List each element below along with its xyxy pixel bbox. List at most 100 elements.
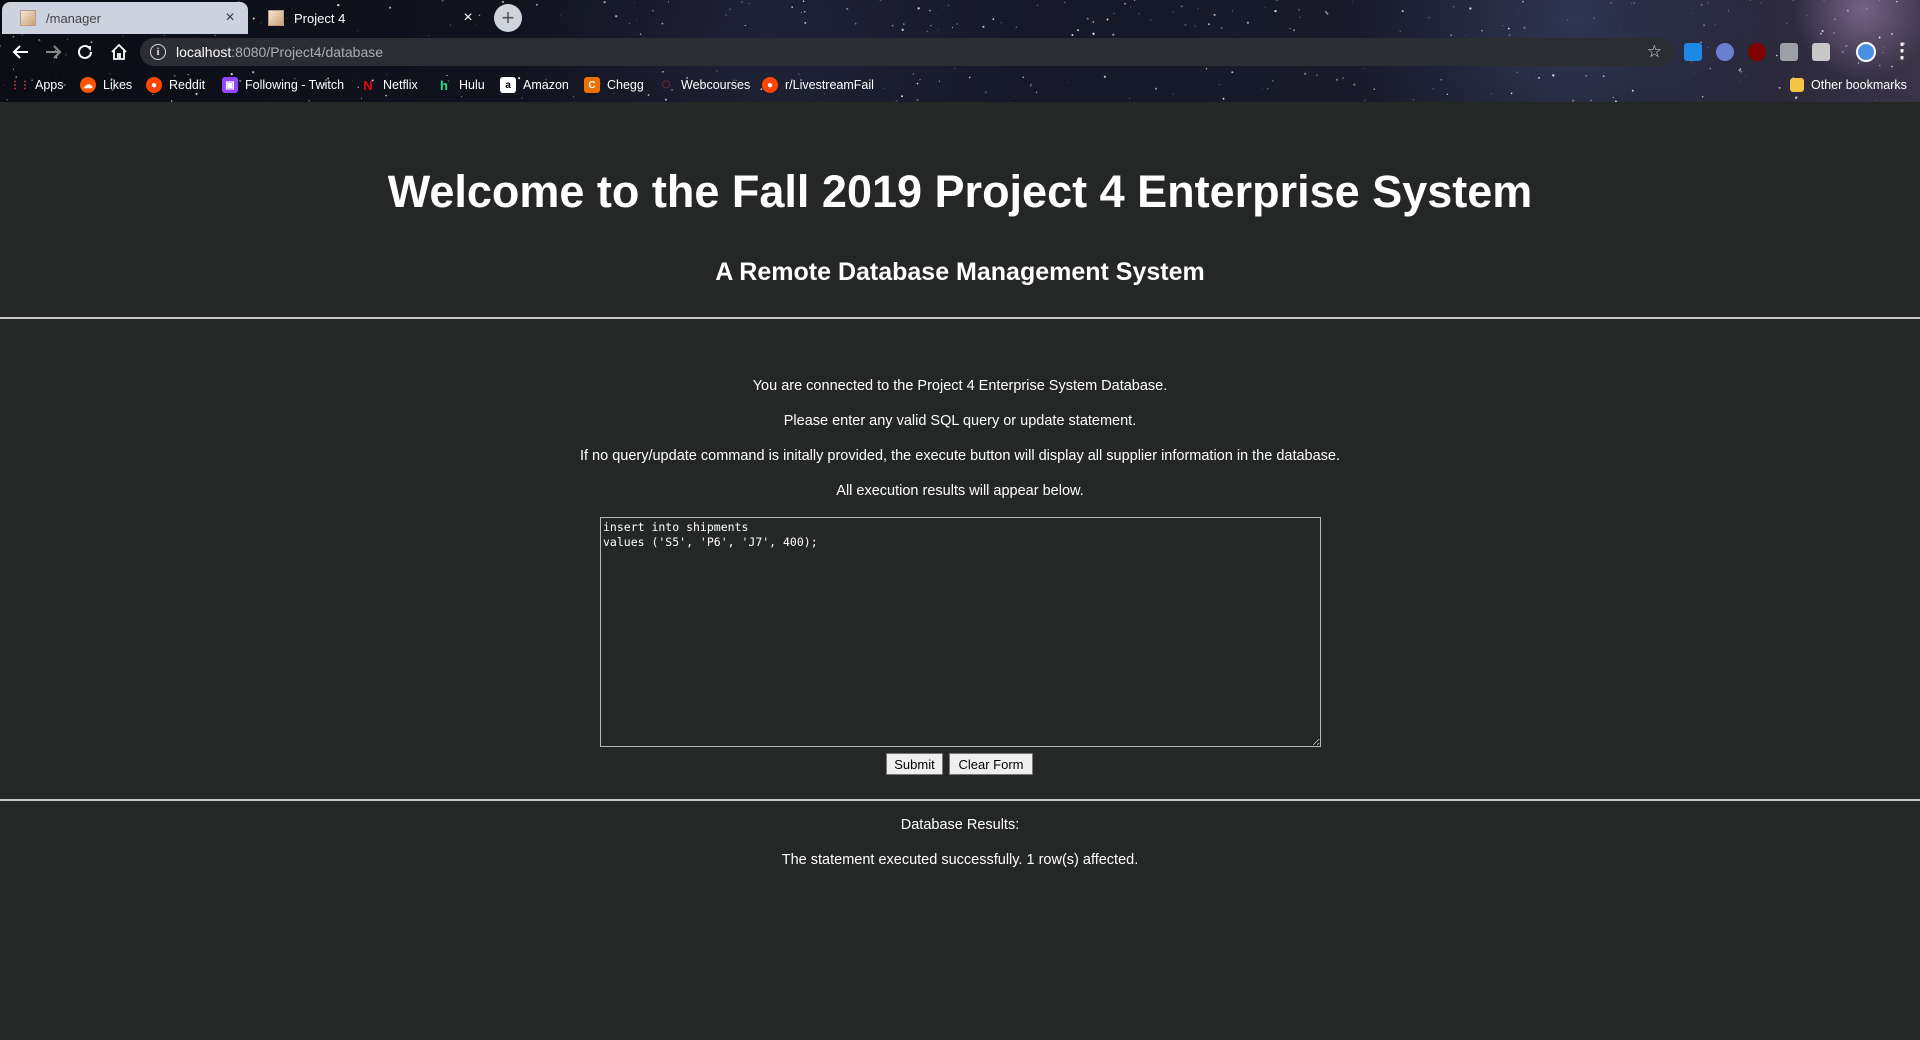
star-dot [1015,26,1018,28]
sql-query-textarea[interactable]: insert into shipments values ('S5', 'P6'… [600,517,1321,747]
bookmark-item[interactable]: ● r/LivestreamFail [762,76,874,94]
tab-project-4[interactable]: Project 4 × [250,2,486,34]
apps-grid-icon: ⋮⋮ [10,79,30,91]
tab-title: Project 4 [294,10,346,26]
tab-manager[interactable]: /manager × [2,2,248,34]
star-dot [1399,30,1401,32]
home-button[interactable] [104,36,134,68]
star-dot [744,24,746,27]
star-dot [1522,0,1524,3]
star-dot [1246,21,1250,24]
star-dot [1507,27,1510,30]
star-dot [1207,23,1210,26]
info-icon[interactable]: i [150,44,166,60]
twitch-icon: ▣ [222,77,238,93]
star-dot [902,23,905,25]
star-dot [12,68,15,70]
bookmark-item[interactable]: ☁ Likes [80,76,132,94]
clear-form-button[interactable]: Clear Form [949,753,1033,775]
star-dot [1896,0,1898,3]
browser-toolbar: i localhost:8080/Project4/database ☆ ⋮ [0,36,1920,68]
back-button[interactable] [6,36,36,68]
star-dot [1749,0,1752,1]
star-dot [1428,16,1431,19]
arrow-right-icon [46,45,62,59]
bookmark-item[interactable]: ▣ Following - Twitch [222,76,344,94]
star-dot [1289,28,1291,30]
amazon-icon: a [500,77,516,93]
webcourses-icon: ◌ [661,76,671,93]
star-dot [804,21,807,24]
bookmark-item[interactable]: ◌ Webcourses [658,76,750,94]
other-bookmarks-folder[interactable]: Other bookmarks [1790,76,1907,94]
star-dot [956,23,959,25]
extension-icon[interactable] [1780,43,1798,61]
instruction-text: If no query/update command is initally p… [579,448,1341,464]
reddit-icon: ● [146,77,162,93]
star-dot [930,24,932,27]
bookmark-item[interactable]: ⋮⋮ Apps [10,76,64,94]
star-dot [1689,31,1691,32]
star-dot [1189,14,1190,15]
star-dot [1834,18,1836,20]
submit-button[interactable]: Submit [886,753,943,775]
bookmark-item[interactable]: N Netflix [360,76,418,94]
star-dot [879,0,882,2]
new-tab-button[interactable]: + [494,4,522,32]
star-dot [634,2,636,4]
star-dot [1866,7,1869,10]
star-dot [1299,16,1301,18]
reload-button[interactable] [70,36,100,68]
home-icon [111,43,127,60]
star-dot [891,24,894,27]
arrow-left-icon [12,45,28,59]
bookmark-star-icon[interactable]: ☆ [1647,42,1662,62]
star-dot [535,3,538,6]
browser-chrome: /manager × Project 4 × + i localhost:808… [0,0,1920,102]
star-dot [1293,29,1296,32]
plus-icon: + [501,5,515,30]
bookmark-item[interactable]: C Chegg [584,76,644,94]
divider [0,317,1920,319]
more-menu-icon[interactable]: ⋮ [1892,38,1912,63]
star-dot [1113,12,1115,15]
extension-icon[interactable] [1684,43,1702,61]
star-dot [1890,32,1894,36]
bookmark-item[interactable]: a Amazon [500,76,569,94]
extension-icon[interactable] [1812,43,1830,61]
star-dot [603,1,606,4]
ublock-icon[interactable] [1748,43,1766,61]
url-host: localhost [176,44,232,60]
star-dot [1221,27,1223,29]
profile-avatar[interactable] [1856,42,1876,62]
extension-icon[interactable] [1716,43,1734,61]
star-dot [725,14,727,16]
close-icon[interactable]: × [460,10,476,26]
star-dot [800,12,803,14]
instruction-text: All execution results will appear below. [836,483,1084,499]
star-dot [1593,17,1595,19]
star-dot [1326,12,1329,15]
star-dot [1760,2,1762,4]
star-dot [1866,28,1868,30]
instruction-text: You are connected to the Project 4 Enter… [752,378,1168,394]
star-dot [1172,11,1174,13]
star-dot [1298,8,1301,11]
bookmark-item[interactable]: ● Reddit [146,76,205,94]
star-dot [1036,4,1039,7]
star-dot [1631,2,1632,4]
address-bar[interactable]: i localhost:8080/Project4/database ☆ [140,38,1674,66]
bookmark-label: Netflix [383,78,418,92]
bookmark-item[interactable]: h Hulu [436,76,485,94]
forward-button[interactable] [38,36,68,68]
star-dot [954,68,956,70]
star-dot [1413,99,1415,101]
star-dot [1205,68,1208,70]
star-dot [1823,0,1825,1]
star-dot [1481,29,1483,32]
bookmark-label: Likes [103,78,133,92]
star-dot [1469,7,1472,10]
bookmark-label: Webcourses [681,78,751,92]
close-icon[interactable]: × [222,10,238,26]
page-subtitle: A Remote Database Management System [715,258,1205,286]
